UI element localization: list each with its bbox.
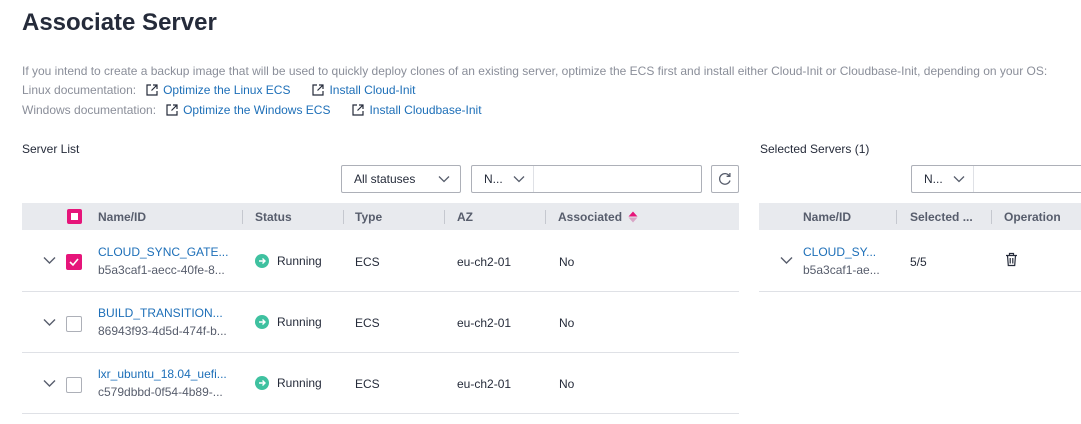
optimize-linux-label: Optimize the Linux ECS <box>163 83 291 97</box>
external-link-icon <box>166 104 178 116</box>
selected-search-input[interactable] <box>973 166 1081 192</box>
page-title: Associate Server <box>22 9 217 36</box>
server-id: b5a3caf1-aecc-40fe-8... <box>98 263 225 277</box>
install-cloud-init-label: Install Cloud-Init <box>329 83 416 97</box>
running-status-icon <box>255 315 269 329</box>
install-cloudbase-init-label: Install Cloudbase-Init <box>369 103 482 117</box>
type-cell: ECS <box>355 316 380 330</box>
sort-icon[interactable] <box>628 211 638 223</box>
status-filter-select[interactable]: All statuses <box>341 165 461 193</box>
server-table-header: Name/ID Status Type AZ Associated <box>22 203 739 230</box>
expand-chevron-icon[interactable] <box>43 256 56 264</box>
col-header-associated-label: Associated <box>558 209 623 224</box>
selected-table: Name/ID Selected ... Operation CLOUD_SY.… <box>759 203 1081 293</box>
external-link-icon <box>312 84 325 96</box>
col-header-associated[interactable]: Associated <box>558 203 638 230</box>
server-search: N... <box>471 165 705 193</box>
selected-search-property-select[interactable]: N... <box>912 166 974 192</box>
install-cloud-init-link[interactable]: Install Cloud-Init <box>312 83 416 97</box>
linux-doc-row: Linux documentation: Optimize the Linux … <box>22 83 416 97</box>
status-cell: Running <box>255 376 322 390</box>
associated-cell: No <box>559 316 575 330</box>
expand-chevron-icon[interactable] <box>780 256 793 264</box>
selected-count-cell: 5/5 <box>910 255 927 269</box>
search-input[interactable] <box>533 166 705 192</box>
az-cell: eu-ch2-01 <box>457 377 512 391</box>
status-filter-value: All statuses <box>354 172 416 186</box>
az-cell: eu-ch2-01 <box>457 255 512 269</box>
col-header-az[interactable]: AZ <box>457 203 473 230</box>
type-cell: ECS <box>355 377 380 391</box>
selected-server-id: b5a3caf1-ae... <box>803 263 880 277</box>
linux-doc-label: Linux documentation: <box>22 83 137 97</box>
optimize-windows-link[interactable]: Optimize the Windows ECS <box>166 103 330 117</box>
trash-icon[interactable] <box>1005 252 1018 267</box>
checkmark-icon <box>69 258 79 267</box>
status-text: Running <box>277 315 322 329</box>
selected-search-property-value: N... <box>924 172 943 186</box>
search-property-value: N... <box>484 172 503 186</box>
server-name-link[interactable]: BUILD_TRANSITION... <box>98 306 223 320</box>
server-table: Name/ID Status Type AZ Associated CLOUD_… <box>22 203 739 414</box>
az-cell: eu-ch2-01 <box>457 316 512 330</box>
associated-cell: No <box>559 377 575 391</box>
refresh-button[interactable] <box>711 165 739 193</box>
table-row[interactable]: lxr_ubuntu_18.04_uefi... c579dbbd-0f54-4… <box>22 353 739 414</box>
table-row[interactable]: CLOUD_SYNC_GATE... b5a3caf1-aecc-40fe-8.… <box>22 231 739 292</box>
selected-col-header-operation: Operation <box>1004 209 1061 224</box>
external-link-icon <box>352 104 365 116</box>
server-name-link[interactable]: CLOUD_SYNC_GATE... <box>98 245 228 259</box>
col-header-name[interactable]: Name/ID <box>98 203 146 230</box>
intro-text: If you intend to create a backup image t… <box>22 64 1048 78</box>
status-text: Running <box>277 254 322 268</box>
install-cloudbase-init-link[interactable]: Install Cloudbase-Init <box>352 103 482 117</box>
running-status-icon <box>255 254 269 268</box>
row-checkbox[interactable] <box>66 377 82 393</box>
selected-search: N... <box>911 165 1081 193</box>
server-id: c579dbbd-0f54-4b89-... <box>98 385 223 399</box>
col-header-type[interactable]: Type <box>355 203 382 230</box>
table-row[interactable]: BUILD_TRANSITION... 86943f93-4d5d-474f-b… <box>22 292 739 353</box>
selected-col-header-selected[interactable]: Selected ... <box>910 203 973 230</box>
type-cell: ECS <box>355 255 380 269</box>
chevron-down-icon <box>513 176 525 183</box>
col-header-status[interactable]: Status <box>255 203 292 230</box>
associated-cell: No <box>559 255 575 269</box>
optimize-linux-link[interactable]: Optimize the Linux ECS <box>146 83 290 97</box>
external-link-icon <box>146 84 158 96</box>
windows-doc-row: Windows documentation: Optimize the Wind… <box>22 103 482 117</box>
expand-chevron-icon[interactable] <box>43 379 56 387</box>
selected-server-name-link[interactable]: CLOUD_SY... <box>803 245 876 259</box>
running-status-icon <box>255 376 269 390</box>
chevron-down-icon <box>438 176 450 183</box>
server-list-label: Server List <box>22 142 80 156</box>
expand-chevron-icon[interactable] <box>43 318 56 326</box>
windows-doc-label: Windows documentation: <box>22 103 157 117</box>
selected-table-row[interactable]: CLOUD_SY... b5a3caf1-ae... 5/5 <box>759 231 1081 292</box>
status-cell: Running <box>255 254 322 268</box>
select-all-checkbox[interactable] <box>67 209 82 224</box>
chevron-down-icon <box>953 176 965 183</box>
selected-col-header-name[interactable]: Name/ID <box>803 203 851 230</box>
server-name-link[interactable]: lxr_ubuntu_18.04_uefi... <box>98 367 227 381</box>
status-cell: Running <box>255 315 322 329</box>
optimize-windows-label: Optimize the Windows ECS <box>183 103 331 117</box>
selected-servers-label: Selected Servers (1) <box>760 142 870 156</box>
selected-table-header: Name/ID Selected ... Operation <box>759 203 1081 230</box>
status-text: Running <box>277 376 322 390</box>
row-checkbox[interactable] <box>66 254 82 270</box>
server-id: 86943f93-4d5d-474f-b... <box>98 324 227 338</box>
row-checkbox[interactable] <box>66 316 82 332</box>
search-property-select[interactable]: N... <box>472 166 534 192</box>
refresh-icon <box>719 172 731 185</box>
